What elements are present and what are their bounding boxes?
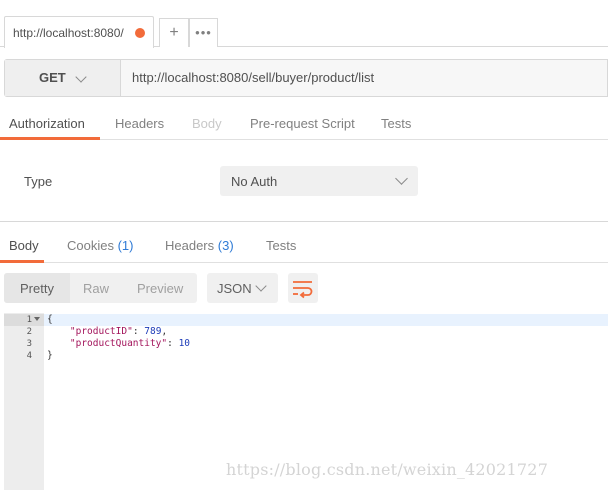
line-number: 1: [26, 315, 32, 325]
chevron-down-icon: [395, 172, 408, 185]
format-select[interactable]: JSON: [207, 273, 278, 303]
preview-button[interactable]: Preview: [137, 281, 183, 296]
method-label: GET: [39, 70, 66, 85]
code-line: {: [47, 314, 53, 325]
headers-count: (3): [217, 238, 234, 253]
request-tab-strip: http://localhost:8080/ + •••: [0, 0, 608, 48]
format-value: JSON: [217, 281, 252, 296]
wrap-lines-button[interactable]: [288, 273, 318, 303]
auth-type-label: Type: [24, 174, 53, 189]
line-number: 2: [26, 327, 32, 337]
code-line: "productID": 789,: [47, 326, 167, 337]
json-sep: :: [132, 326, 145, 337]
add-tab-button[interactable]: +: [159, 18, 189, 47]
json-trail: ,: [161, 326, 168, 337]
tab-cookies-label: Cookies: [67, 238, 114, 253]
method-select[interactable]: GET: [5, 60, 121, 96]
url-input[interactable]: http://localhost:8080/sell/buyer/product…: [132, 70, 374, 85]
view-mode-group: Pretty Raw Preview: [4, 273, 197, 303]
line-number: 4: [26, 351, 32, 361]
tab-cookies[interactable]: Cookies (1): [67, 238, 133, 253]
request-tab-label: http://localhost:8080/: [13, 26, 124, 40]
cookies-count: (1): [117, 238, 134, 253]
active-line-highlight: [44, 314, 608, 326]
code-line: }: [47, 350, 53, 361]
auth-type-select[interactable]: No Auth: [220, 166, 418, 196]
watermark: https://blog.csdn.net/weixin_42021727: [226, 460, 549, 479]
json-number: 10: [178, 338, 191, 349]
active-tab-underline: [0, 137, 100, 140]
json-key: "productQuantity": [69, 338, 168, 349]
active-response-tab-underline: [0, 260, 44, 263]
json-number: 789: [144, 326, 162, 337]
response-divider: [0, 221, 608, 222]
request-tabs: Authorization Headers Body Pre-request S…: [0, 108, 608, 140]
line-number: 3: [26, 339, 32, 349]
tab-tests[interactable]: Tests: [381, 116, 411, 131]
code-line: "productQuantity": 10: [47, 338, 190, 349]
tab-authorization[interactable]: Authorization: [9, 116, 85, 131]
pretty-button[interactable]: Pretty: [20, 281, 54, 296]
json-key: "productID": [69, 326, 133, 337]
raw-button[interactable]: Raw: [83, 281, 109, 296]
tab-body[interactable]: Body: [192, 116, 222, 131]
tab-headers[interactable]: Headers: [115, 116, 164, 131]
tab-response-headers-label: Headers: [165, 238, 215, 253]
wrap-lines-icon: [293, 281, 313, 299]
chevron-down-icon: [75, 71, 87, 83]
more-tabs-button[interactable]: •••: [189, 18, 218, 47]
fold-arrow-icon[interactable]: [34, 317, 40, 321]
response-tabs: Body Cookies (1) Headers (3) Tests: [0, 230, 608, 263]
unsaved-dot-icon: [135, 28, 145, 38]
request-tab[interactable]: http://localhost:8080/: [4, 16, 154, 48]
tab-response-headers[interactable]: Headers (3): [165, 238, 234, 253]
tab-response-body[interactable]: Body: [9, 238, 39, 253]
tab-pre-request-script[interactable]: Pre-request Script: [250, 116, 355, 131]
json-sep: :: [167, 338, 179, 349]
url-bar: GET http://localhost:8080/sell/buyer/pro…: [4, 59, 608, 97]
chevron-down-icon: [255, 280, 267, 292]
auth-type-value: No Auth: [231, 174, 278, 189]
tab-response-tests[interactable]: Tests: [266, 238, 296, 253]
